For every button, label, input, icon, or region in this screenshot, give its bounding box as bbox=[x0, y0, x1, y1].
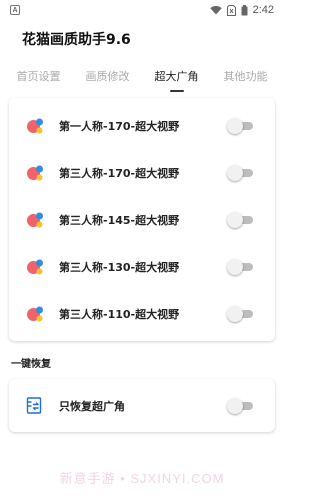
restore-option-row[interactable]: 只恢复超广角 bbox=[9, 382, 275, 429]
tab-4[interactable]: 其他功能 bbox=[211, 58, 280, 94]
app-title: 花猫画质助手9.6 bbox=[22, 32, 131, 48]
watermark: 新意手游 • SJXINYI.COM bbox=[59, 471, 225, 486]
no-sim-icon bbox=[226, 4, 236, 16]
view-option-row[interactable]: 第三人称-130-超大视野 bbox=[9, 243, 275, 290]
tab-2[interactable]: 画质修改 bbox=[73, 58, 142, 94]
view-option-label: 第三人称-145-超大视野 bbox=[59, 213, 180, 227]
restore-icon bbox=[26, 396, 42, 414]
wifi-icon bbox=[209, 6, 222, 15]
app-notification-icon: A bbox=[10, 5, 20, 15]
view-option-row[interactable]: 第三人称-170-超大视野 bbox=[9, 149, 275, 196]
view-option-row[interactable]: 第三人称-145-超大视野 bbox=[9, 196, 275, 243]
view-option-row[interactable]: 第一人称-170-超大视野 bbox=[9, 102, 275, 149]
view-option-label: 第一人称-170-超大视野 bbox=[59, 119, 180, 133]
clock-time: 2:42 bbox=[252, 4, 274, 16]
restore-toggle[interactable] bbox=[227, 397, 253, 414]
view-option-row[interactable]: 第三人称-110-超大视野 bbox=[9, 290, 275, 337]
tab-1[interactable]: 首页设置 bbox=[4, 58, 73, 94]
balloon-icon bbox=[27, 165, 43, 180]
view-option-toggle[interactable] bbox=[227, 117, 253, 134]
view-option-label: 第三人称-130-超大视野 bbox=[59, 260, 180, 274]
tab-bar: 首页设置 画质修改 超大广角 其他功能 bbox=[0, 58, 284, 94]
tab-3[interactable]: 超大广角 bbox=[142, 58, 211, 94]
balloon-icon bbox=[27, 306, 43, 321]
balloon-icon bbox=[27, 259, 43, 274]
view-options-card: 第一人称-170-超大视野 第三人称-170-超大视野 第三人称-145-超大视野第… bbox=[9, 98, 275, 341]
view-option-label: 第三人称-110-超大视野 bbox=[59, 307, 180, 321]
view-option-toggle[interactable] bbox=[227, 211, 253, 228]
view-option-toggle[interactable] bbox=[227, 305, 253, 322]
balloon-icon bbox=[27, 118, 43, 133]
restore-option-label: 只恢复超广角 bbox=[59, 399, 125, 413]
balloon-icon bbox=[27, 212, 43, 227]
view-option-label: 第三人称-170-超大视野 bbox=[59, 166, 180, 180]
battery-icon bbox=[241, 4, 248, 15]
status-bar: A 2:42 bbox=[0, 0, 284, 20]
restore-section-title: 一键恢复 bbox=[11, 359, 51, 370]
view-option-toggle[interactable] bbox=[227, 164, 253, 181]
view-option-toggle[interactable] bbox=[227, 258, 253, 275]
restore-card: 只恢复超广角 bbox=[9, 379, 275, 432]
